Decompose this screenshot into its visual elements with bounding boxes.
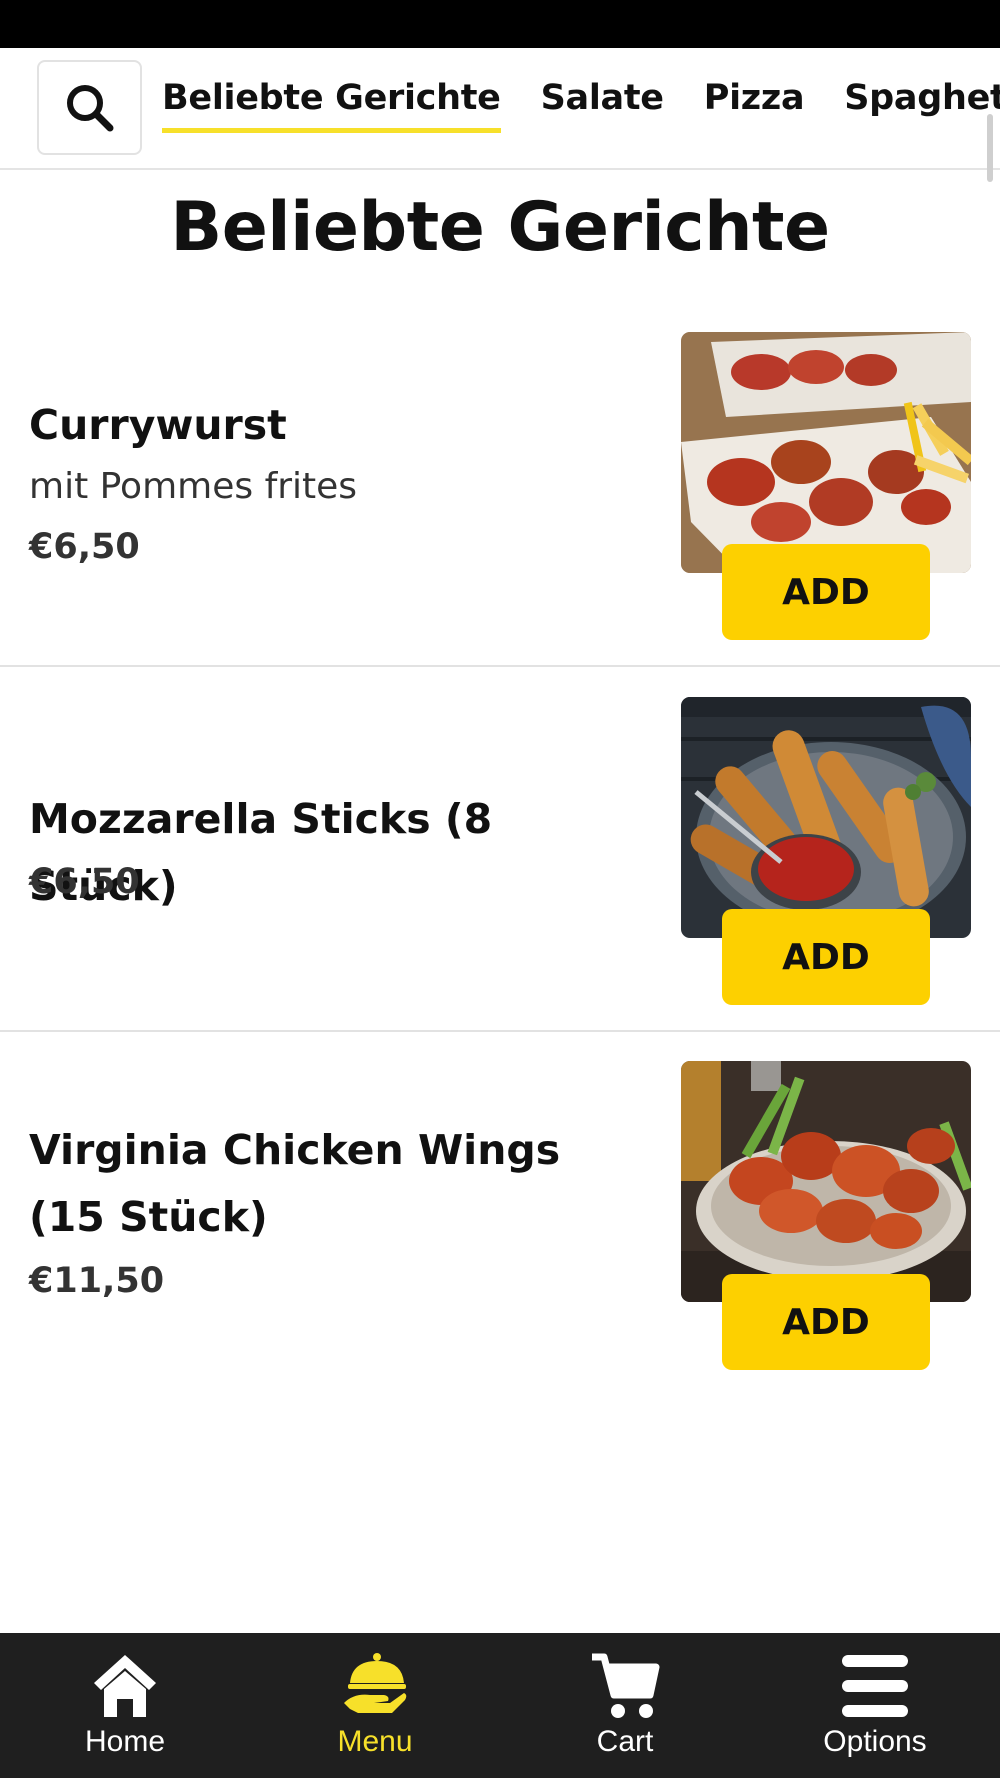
nav-home[interactable]: Home <box>0 1633 250 1778</box>
category-tabs: Beliebte Gerichte Salate Pizza Spaghetti <box>162 78 1000 133</box>
item-name: Virginia Chicken Wings (15 Stück) <box>29 1126 561 1241</box>
section-title: Beliebte Gerichte <box>170 188 830 267</box>
add-button[interactable]: ADD <box>722 1274 930 1370</box>
item-price: €11,50 <box>29 1261 165 1301</box>
nav-options-label: Options <box>823 1725 927 1758</box>
tab-beliebte-gerichte[interactable]: Beliebte Gerichte <box>162 78 501 133</box>
tab-salate[interactable]: Salate <box>541 78 664 133</box>
menu-lines-icon <box>842 1655 908 1717</box>
category-bar: Beliebte Gerichte Salate Pizza Spaghetti <box>0 48 1000 170</box>
item-description: mit Pommes frites <box>29 466 358 507</box>
search-button[interactable] <box>37 60 142 155</box>
nav-cart-label: Cart <box>596 1725 654 1758</box>
nav-menu[interactable]: Menu <box>250 1633 500 1778</box>
nav-cart[interactable]: Cart <box>500 1633 750 1778</box>
nav-menu-label: Menu <box>337 1725 413 1758</box>
item-name: Currywurst <box>29 401 287 449</box>
item-divider <box>0 1030 1000 1032</box>
chicken-wings-photo <box>681 1061 971 1302</box>
item-price: €6,50 <box>29 527 140 567</box>
tab-spaghetti[interactable]: Spaghetti <box>844 78 1000 133</box>
scrollbar-thumb[interactable] <box>987 114 993 182</box>
bottom-nav: Home Menu Cart Options <box>0 1633 1000 1778</box>
serving-cloche-icon <box>344 1653 407 1713</box>
tab-pizza[interactable]: Pizza <box>704 78 805 133</box>
item-divider <box>0 665 1000 667</box>
nav-options[interactable]: Options <box>750 1633 1000 1778</box>
item-price: €6,50 <box>29 862 140 902</box>
nav-home-label: Home <box>84 1725 166 1758</box>
status-bar <box>0 0 1000 48</box>
home-icon <box>94 1655 156 1717</box>
currywurst-photo <box>681 332 971 573</box>
search-icon <box>66 84 113 131</box>
mozzarella-sticks-photo <box>681 697 971 938</box>
add-button[interactable]: ADD <box>722 544 930 640</box>
cart-icon <box>592 1653 660 1718</box>
add-button[interactable]: ADD <box>722 909 930 1005</box>
